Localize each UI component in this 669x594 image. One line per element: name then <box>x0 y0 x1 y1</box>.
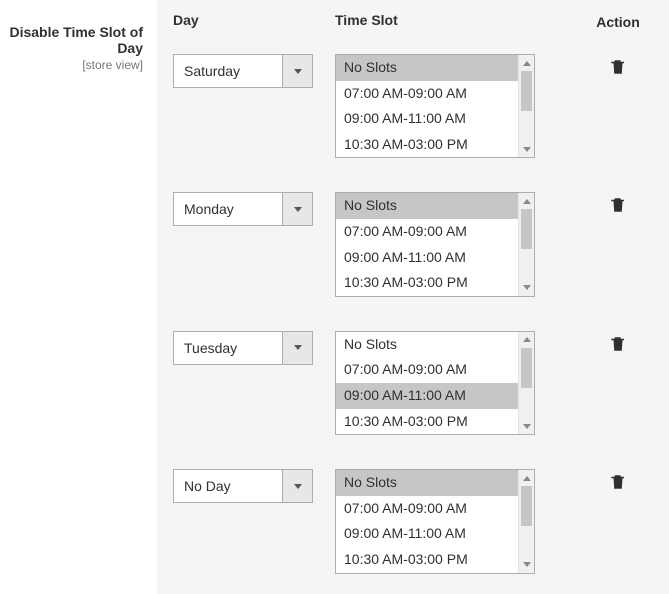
action-cell <box>583 54 653 79</box>
timeslot-option[interactable]: 10:30 AM-03:00 PM <box>336 547 518 573</box>
scroll-up-icon[interactable] <box>519 55 534 71</box>
timeslot-listbox[interactable]: No Slots07:00 AM-09:00 AM09:00 AM-11:00 … <box>335 54 535 158</box>
day-cell: Monday <box>173 192 335 226</box>
timeslot-option[interactable]: 10:30 AM-03:00 PM <box>336 409 518 435</box>
timeslot-option[interactable]: 07:00 AM-09:00 AM <box>336 81 518 107</box>
delete-icon[interactable] <box>609 201 627 217</box>
timeslot-listbox[interactable]: No Slots07:00 AM-09:00 AM09:00 AM-11:00 … <box>335 331 535 435</box>
table-row: Monday No Slots07:00 AM-09:00 AM09:00 AM-… <box>157 178 669 310</box>
header-action: Action <box>583 10 653 30</box>
scroll-down-icon[interactable] <box>519 280 534 296</box>
chevron-down-icon[interactable] <box>282 332 312 364</box>
scroll-up-icon[interactable] <box>519 193 534 209</box>
timeslot-option[interactable]: No Slots <box>336 470 518 496</box>
timeslot-option[interactable]: 07:00 AM-09:00 AM <box>336 496 518 522</box>
scroll-up-icon[interactable] <box>519 470 534 486</box>
timeslot-option[interactable]: 07:00 AM-09:00 AM <box>336 219 518 245</box>
action-cell <box>583 192 653 217</box>
chevron-down-icon[interactable] <box>282 193 312 225</box>
field-label: Disable Time Slot of Day <box>8 24 143 56</box>
day-cell: No Day <box>173 469 335 503</box>
timeslot-listbox[interactable]: No Slots07:00 AM-09:00 AM09:00 AM-11:00 … <box>335 469 535 573</box>
timeslot-option[interactable]: 09:00 AM-11:00 AM <box>336 383 518 409</box>
scrollbar[interactable] <box>518 332 534 434</box>
header-day: Day <box>173 12 335 28</box>
day-select[interactable]: Tuesday <box>173 331 313 365</box>
timeslot-option[interactable]: 09:00 AM-11:00 AM <box>336 245 518 271</box>
chevron-down-icon[interactable] <box>282 55 312 87</box>
timeslot-option[interactable]: 07:00 AM-09:00 AM <box>336 357 518 383</box>
delete-icon[interactable] <box>609 63 627 79</box>
timeslot-cell: No Slots07:00 AM-09:00 AM09:00 AM-11:00 … <box>335 331 583 435</box>
day-select-value: Monday <box>174 193 282 225</box>
scroll-thumb[interactable] <box>521 486 532 526</box>
day-select[interactable]: Monday <box>173 192 313 226</box>
timeslot-cell: No Slots07:00 AM-09:00 AM09:00 AM-11:00 … <box>335 192 583 296</box>
scroll-down-icon[interactable] <box>519 141 534 157</box>
field-scope: [store view] <box>8 58 143 72</box>
scroll-track[interactable] <box>519 71 534 141</box>
scroll-down-icon[interactable] <box>519 557 534 573</box>
timeslot-cell: No Slots07:00 AM-09:00 AM09:00 AM-11:00 … <box>335 54 583 158</box>
header-timeslot: Time Slot <box>335 12 583 28</box>
timeslot-listbox[interactable]: No Slots07:00 AM-09:00 AM09:00 AM-11:00 … <box>335 192 535 296</box>
timeslot-option[interactable]: No Slots <box>336 55 518 81</box>
timeslot-option[interactable]: No Slots <box>336 193 518 219</box>
timeslot-option[interactable]: 10:30 AM-03:00 PM <box>336 132 518 158</box>
action-cell <box>583 331 653 356</box>
scroll-track[interactable] <box>519 348 534 418</box>
day-cell: Tuesday <box>173 331 335 365</box>
delete-icon[interactable] <box>609 340 627 356</box>
field-value-column: Day Time Slot Action SaturdayNo Slots07:… <box>157 0 669 594</box>
scroll-track[interactable] <box>519 209 534 279</box>
table-row: No Day No Slots07:00 AM-09:00 AM09:00 AM-… <box>157 455 669 587</box>
timeslot-option[interactable]: 09:00 AM-11:00 AM <box>336 521 518 547</box>
field-label-column: Disable Time Slot of Day [store view] <box>0 0 157 72</box>
day-select-value: Saturday <box>174 55 282 87</box>
timeslot-option[interactable]: No Slots <box>336 332 518 358</box>
chevron-down-icon[interactable] <box>282 470 312 502</box>
table-row: Saturday No Slots07:00 AM-09:00 AM09:00 A… <box>157 40 669 172</box>
scroll-down-icon[interactable] <box>519 418 534 434</box>
timeslot-option[interactable]: 10:30 AM-03:00 PM <box>336 270 518 296</box>
day-select[interactable]: No Day <box>173 469 313 503</box>
table-row: Tuesday No Slots07:00 AM-09:00 AM09:00 AM… <box>157 317 669 449</box>
scroll-track[interactable] <box>519 486 534 556</box>
scroll-thumb[interactable] <box>521 348 532 388</box>
scroll-thumb[interactable] <box>521 71 532 111</box>
timeslot-option[interactable]: 09:00 AM-11:00 AM <box>336 106 518 132</box>
delete-icon[interactable] <box>609 478 627 494</box>
scrollbar[interactable] <box>518 55 534 157</box>
day-select[interactable]: Saturday <box>173 54 313 88</box>
scroll-up-icon[interactable] <box>519 332 534 348</box>
day-select-value: No Day <box>174 470 282 502</box>
scroll-thumb[interactable] <box>521 209 532 249</box>
scrollbar[interactable] <box>518 193 534 295</box>
timeslot-cell: No Slots07:00 AM-09:00 AM09:00 AM-11:00 … <box>335 469 583 573</box>
day-cell: Saturday <box>173 54 335 88</box>
scrollbar[interactable] <box>518 470 534 572</box>
day-select-value: Tuesday <box>174 332 282 364</box>
action-cell <box>583 469 653 494</box>
table-header: Day Time Slot Action <box>157 0 669 40</box>
config-row: Disable Time Slot of Day [store view] Da… <box>0 0 669 594</box>
